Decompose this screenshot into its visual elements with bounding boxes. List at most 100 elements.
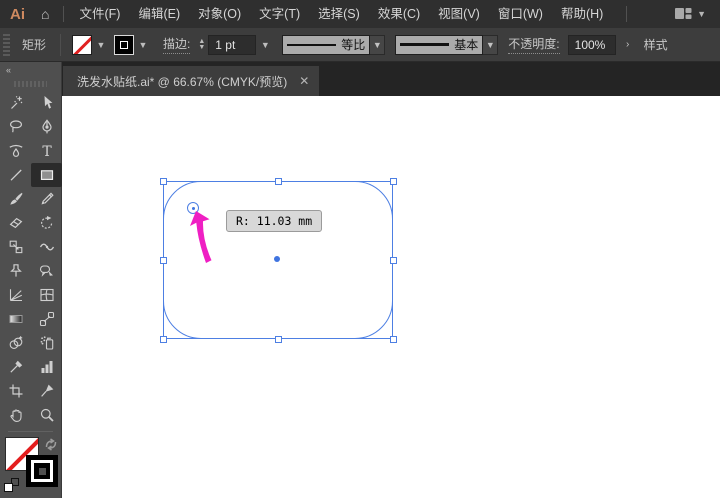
shaper-tool[interactable]	[0, 259, 31, 283]
hand-icon	[8, 407, 24, 423]
gradient-tool[interactable]	[0, 307, 31, 331]
workspace-switcher[interactable]: ▼	[675, 7, 720, 21]
rotate-tool[interactable]	[31, 211, 62, 235]
chevron-down-icon[interactable]: ▼	[136, 35, 150, 55]
hand-tool[interactable]	[0, 403, 31, 427]
pencil-tool[interactable]	[31, 187, 62, 211]
puppet-warp-tool[interactable]	[31, 259, 62, 283]
eyedropper-tool[interactable]	[0, 355, 31, 379]
stroke-color-control[interactable]: ▼	[114, 34, 150, 55]
chevron-down-icon[interactable]: ▼	[94, 35, 108, 55]
artboard-canvas[interactable]: R: 11.03 mm	[62, 96, 720, 498]
handle-middle-right[interactable]	[390, 257, 397, 264]
artboard-tool[interactable]	[0, 379, 31, 403]
selection-arrow-icon	[39, 95, 55, 111]
swap-fill-stroke-icon[interactable]	[44, 438, 58, 456]
svg-text:T: T	[42, 144, 52, 159]
tools-panel: « T	[0, 62, 62, 498]
handle-bottom-left[interactable]	[160, 336, 167, 343]
width-profile-value: 等比	[341, 38, 366, 52]
stroke-weight-field[interactable]: 1 pt	[208, 34, 257, 55]
chevron-down-icon[interactable]: ▼	[258, 35, 272, 55]
blend-icon	[39, 311, 55, 327]
stroke-swatch-black[interactable]	[26, 455, 58, 487]
curvature-icon	[8, 143, 24, 159]
gradient-icon	[8, 311, 24, 327]
width-icon	[39, 239, 55, 255]
menu-effect[interactable]: 效果(C)	[369, 0, 429, 28]
pencil-icon	[39, 191, 55, 207]
menu-file[interactable]: 文件(F)	[70, 0, 129, 28]
scale-tool[interactable]	[0, 235, 31, 259]
fill-none-swatch[interactable]	[72, 34, 93, 55]
fill-color-control[interactable]: ▼	[72, 34, 108, 55]
document-tab-title: 洗发水贴纸.ai* @ 66.67% (CMYK/预览)	[77, 74, 288, 89]
stroke-weight-label[interactable]: 描边:	[163, 35, 191, 54]
paintbrush-tool[interactable]	[0, 187, 31, 211]
eraser-tool[interactable]	[0, 211, 31, 235]
illustrator-window: Ai ⌂ 文件(F) 编辑(E) 对象(O) 文字(T) 选择(S) 效果(C)…	[0, 0, 720, 498]
rectangle-tool[interactable]	[31, 163, 62, 187]
brush-definition-dropdown[interactable]: 基本 ▼	[395, 34, 499, 55]
perspective-grid-tool[interactable]	[0, 283, 31, 307]
magic-wand-icon	[8, 95, 24, 111]
graph-tool[interactable]	[31, 355, 62, 379]
opacity-expand-button[interactable]: ›	[620, 35, 636, 55]
selection-tool[interactable]	[31, 91, 62, 115]
handle-bottom-right[interactable]	[390, 336, 397, 343]
opacity-field[interactable]: 100%	[567, 34, 616, 55]
pen-icon	[39, 119, 55, 135]
magic-wand-tool[interactable]	[0, 91, 31, 115]
line-segment-tool[interactable]	[0, 163, 31, 187]
menu-separator	[626, 6, 628, 22]
control-bar: 矩形 ▼ ▼ 描边: ▲ ▼ 1 pt ▼ 等比 ▼ 基本 ▼ 不透明度: 100…	[0, 28, 720, 62]
stroke-weight-stepper[interactable]: ▲ ▼	[198, 38, 205, 51]
panel-grip[interactable]	[14, 79, 47, 88]
opacity-label[interactable]: 不透明度:	[508, 35, 560, 54]
width-profile-dropdown[interactable]: 等比 ▼	[282, 34, 386, 55]
shape-builder-icon	[8, 335, 24, 351]
home-icon[interactable]: ⌂	[33, 6, 57, 22]
blend-tool[interactable]	[31, 307, 62, 331]
mesh-tool[interactable]	[31, 283, 62, 307]
eraser-icon	[8, 215, 24, 231]
paintbrush-icon	[8, 191, 24, 207]
menu-select[interactable]: 选择(S)	[309, 0, 369, 28]
default-fill-stroke-icon[interactable]	[4, 478, 19, 492]
stroke-black-swatch[interactable]	[114, 34, 135, 55]
corner-radius-tooltip: R: 11.03 mm	[226, 210, 323, 232]
close-icon[interactable]: ✕	[299, 74, 309, 88]
style-label[interactable]: 样式	[644, 36, 668, 53]
shape-center-point[interactable]	[274, 256, 280, 262]
handle-bottom-center[interactable]	[275, 336, 282, 343]
panel-collapse-button[interactable]: «	[0, 62, 61, 77]
curvature-tool[interactable]	[0, 139, 31, 163]
width-tool[interactable]	[31, 235, 62, 259]
menu-object[interactable]: 对象(O)	[189, 0, 250, 28]
document-tab[interactable]: 洗发水贴纸.ai* @ 66.67% (CMYK/预览) ✕	[63, 66, 320, 96]
menu-type[interactable]: 文字(T)	[250, 0, 309, 28]
type-tool[interactable]: T	[31, 139, 62, 163]
menu-edit[interactable]: 编辑(E)	[129, 0, 189, 28]
chevron-down-icon[interactable]: ▼	[370, 34, 386, 55]
rotate-icon	[39, 215, 55, 231]
panel-grip[interactable]	[3, 33, 10, 56]
slice-tool[interactable]	[31, 379, 62, 403]
slice-icon	[39, 383, 55, 399]
menu-bar: Ai ⌂ 文件(F) 编辑(E) 对象(O) 文字(T) 选择(S) 效果(C)…	[0, 0, 720, 28]
symbol-sprayer-tool[interactable]	[31, 331, 62, 355]
handle-top-center[interactable]	[275, 178, 282, 185]
menu-view[interactable]: 视图(V)	[429, 0, 489, 28]
chevron-down-icon[interactable]: ▼	[483, 34, 499, 55]
line-icon	[8, 167, 24, 183]
handle-top-left[interactable]	[160, 178, 167, 185]
handle-top-right[interactable]	[390, 178, 397, 185]
lasso-tool[interactable]	[0, 115, 31, 139]
menu-help[interactable]: 帮助(H)	[552, 0, 612, 28]
handle-middle-left[interactable]	[160, 257, 167, 264]
pen-tool[interactable]	[31, 115, 62, 139]
menu-window[interactable]: 窗口(W)	[489, 0, 552, 28]
zoom-tool[interactable]	[31, 403, 62, 427]
symbol-sprayer-icon	[39, 335, 55, 351]
shape-builder-tool[interactable]	[0, 331, 31, 355]
